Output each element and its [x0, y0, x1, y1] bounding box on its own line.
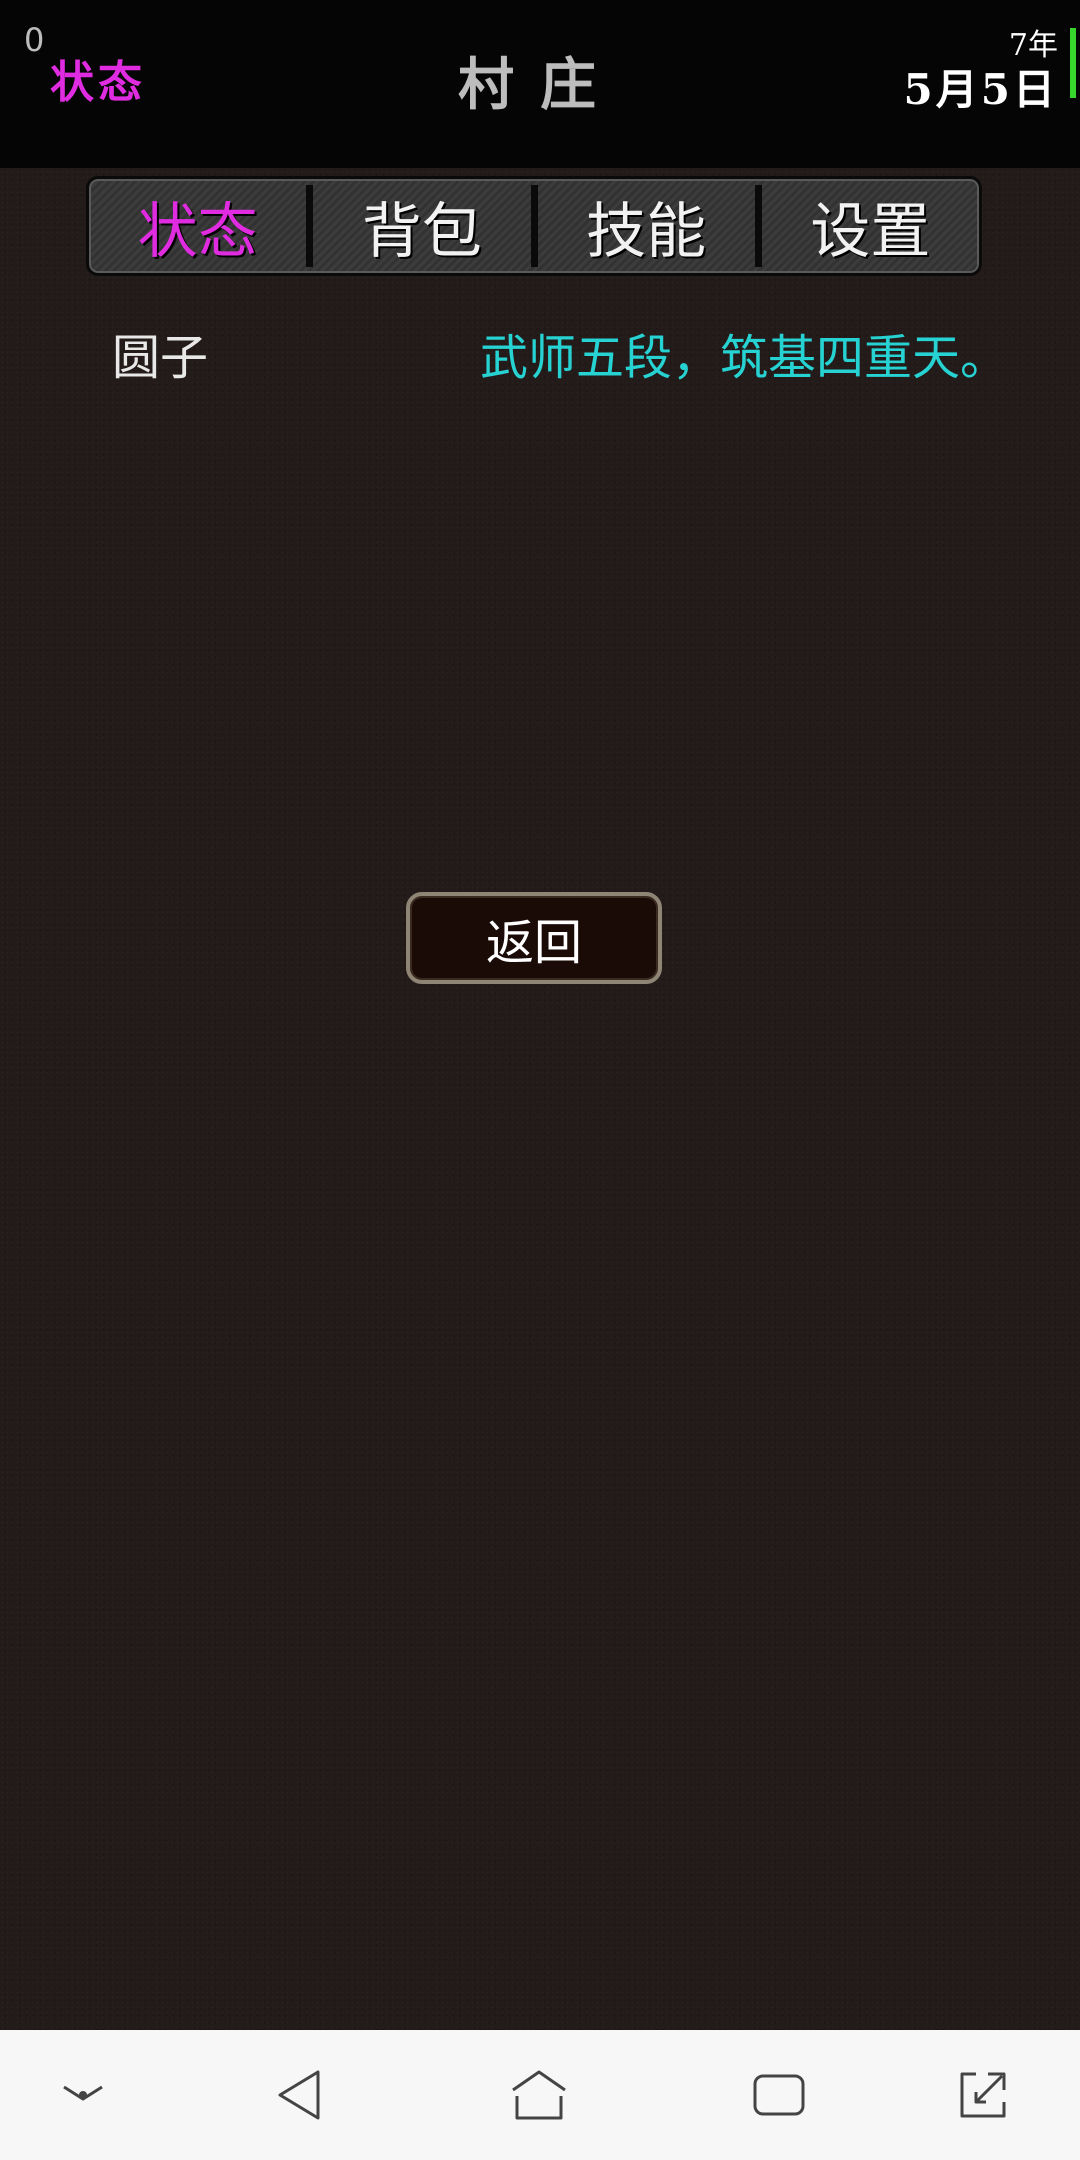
tab-divider [754, 185, 762, 267]
home-icon[interactable] [504, 2060, 574, 2130]
character-name: 圆子 [112, 330, 209, 386]
tab-bar: 状态 背包 技能 设置 [86, 176, 982, 276]
character-rank: 武师五段，筑基四重天。 [479, 330, 1008, 386]
game-screen: 0 状态 村庄 7年 5月5日 状态 背包 技能 设置 圆子 武师五段，筑基四重… [0, 0, 1080, 2160]
back-icon[interactable] [264, 2060, 334, 2130]
back-button[interactable]: 返回 [406, 892, 662, 984]
tab-divider [306, 185, 314, 267]
game-date: 5月5日 [903, 65, 1058, 114]
tab-status[interactable]: 状态 [89, 179, 306, 273]
energy-bar [1070, 28, 1076, 98]
top-bar: 0 状态 村庄 7年 5月5日 [0, 0, 1080, 168]
recents-icon[interactable] [744, 2060, 814, 2130]
collapse-icon[interactable] [48, 2060, 118, 2130]
fullscreen-icon[interactable] [948, 2060, 1018, 2130]
tab-inventory[interactable]: 背包 [313, 179, 530, 273]
tab-skills[interactable]: 技能 [538, 179, 755, 273]
tab-divider [530, 185, 538, 267]
tab-settings[interactable]: 设置 [762, 179, 979, 273]
system-nav-bar [0, 2030, 1080, 2160]
